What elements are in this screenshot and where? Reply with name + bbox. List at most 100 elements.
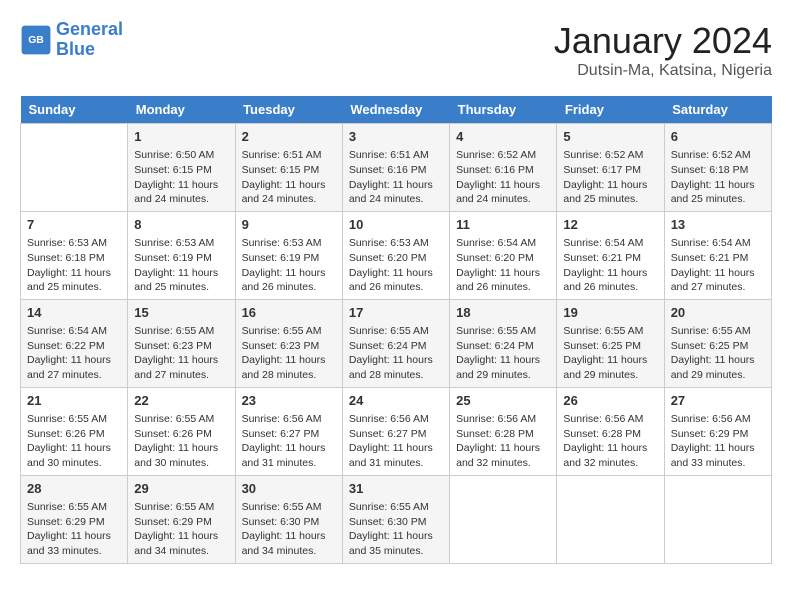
weekday-header-tuesday: Tuesday xyxy=(235,96,342,124)
day-info: Sunrise: 6:52 AMSunset: 6:18 PMDaylight:… xyxy=(671,148,765,207)
day-cell: 14Sunrise: 6:54 AMSunset: 6:22 PMDayligh… xyxy=(21,299,128,387)
day-info: Sunrise: 6:56 AMSunset: 6:29 PMDaylight:… xyxy=(671,412,765,471)
calendar-table: SundayMondayTuesdayWednesdayThursdayFrid… xyxy=(20,96,772,564)
location-title: Dutsin-Ma, Katsina, Nigeria xyxy=(554,62,772,80)
day-cell: 11 Sunrise: 6:54 AMSunset: 6:20 PMDayligh… xyxy=(450,211,557,299)
day-info: Sunrise: 6:52 AMSunset: 6:17 PMDaylight:… xyxy=(563,148,657,207)
week-row-4: 21 Sunrise: 6:55 AMSunset: 6:26 PMDayligh… xyxy=(21,387,772,475)
day-info: Sunrise: 6:55 AMSunset: 6:26 PMDaylight:… xyxy=(134,412,228,471)
day-cell: 8 Sunrise: 6:53 AMSunset: 6:19 PMDaylight… xyxy=(128,211,235,299)
day-cell xyxy=(450,475,557,563)
weekday-header-friday: Friday xyxy=(557,96,664,124)
day-info: Sunrise: 6:54 AMSunset: 6:22 PMDaylight:… xyxy=(27,324,121,383)
svg-text:GB: GB xyxy=(28,35,44,46)
day-info: Sunrise: 6:55 AMSunset: 6:29 PMDaylight:… xyxy=(134,500,228,559)
day-info: Sunrise: 6:55 AMSunset: 6:25 PMDaylight:… xyxy=(671,324,765,383)
weekday-header-wednesday: Wednesday xyxy=(342,96,449,124)
day-number: 26 xyxy=(563,392,657,410)
day-cell: 19 Sunrise: 6:55 AMSunset: 6:25 PMDayligh… xyxy=(557,299,664,387)
day-cell: 6Sunrise: 6:52 AMSunset: 6:18 PMDaylight… xyxy=(664,124,771,212)
day-cell: 15Sunrise: 6:55 AMSunset: 6:23 PMDayligh… xyxy=(128,299,235,387)
day-cell: 2 Sunrise: 6:51 AMSunset: 6:15 PMDaylight… xyxy=(235,124,342,212)
day-cell: 23 Sunrise: 6:56 AMSunset: 6:27 PMDayligh… xyxy=(235,387,342,475)
day-number: 20 xyxy=(671,304,765,322)
day-cell: 25 Sunrise: 6:56 AMSunset: 6:28 PMDayligh… xyxy=(450,387,557,475)
day-number: 23 xyxy=(242,392,336,410)
day-number: 7 xyxy=(27,216,121,234)
day-number: 30 xyxy=(242,480,336,498)
day-cell: 1Sunrise: 6:50 AMSunset: 6:15 PMDaylight… xyxy=(128,124,235,212)
logo-icon: GB xyxy=(20,24,52,56)
day-number: 28 xyxy=(27,480,121,498)
day-cell: 18 Sunrise: 6:55 AMSunset: 6:24 PMDayligh… xyxy=(450,299,557,387)
day-number: 4 xyxy=(456,128,550,146)
week-row-3: 14Sunrise: 6:54 AMSunset: 6:22 PMDayligh… xyxy=(21,299,772,387)
day-cell: 27 Sunrise: 6:56 AMSunset: 6:29 PMDayligh… xyxy=(664,387,771,475)
logo-text: General Blue xyxy=(56,20,123,60)
day-info: Sunrise: 6:53 AMSunset: 6:20 PMDaylight:… xyxy=(349,236,443,295)
day-cell: 9Sunrise: 6:53 AMSunset: 6:19 PMDaylight… xyxy=(235,211,342,299)
day-cell: 7 Sunrise: 6:53 AMSunset: 6:18 PMDaylight… xyxy=(21,211,128,299)
day-cell: 21Sunrise: 6:55 AMSunset: 6:26 PMDayligh… xyxy=(21,387,128,475)
day-number: 25 xyxy=(456,392,550,410)
day-number: 15 xyxy=(134,304,228,322)
day-info: Sunrise: 6:54 AMSunset: 6:21 PMDaylight:… xyxy=(563,236,657,295)
weekday-header-saturday: Saturday xyxy=(664,96,771,124)
day-info: Sunrise: 6:51 AMSunset: 6:15 PMDaylight:… xyxy=(242,148,336,207)
day-number: 16 xyxy=(242,304,336,322)
day-number: 21 xyxy=(27,392,121,410)
week-row-1: 1Sunrise: 6:50 AMSunset: 6:15 PMDaylight… xyxy=(21,124,772,212)
day-info: Sunrise: 6:53 AMSunset: 6:19 PMDaylight:… xyxy=(134,236,228,295)
day-info: Sunrise: 6:55 AMSunset: 6:29 PMDaylight:… xyxy=(27,500,121,559)
day-number: 18 xyxy=(456,304,550,322)
day-number: 8 xyxy=(134,216,228,234)
day-info: Sunrise: 6:51 AMSunset: 6:16 PMDaylight:… xyxy=(349,148,443,207)
day-number: 19 xyxy=(563,304,657,322)
day-cell: 26 Sunrise: 6:56 AMSunset: 6:28 PMDayligh… xyxy=(557,387,664,475)
day-cell: 4Sunrise: 6:52 AMSunset: 6:16 PMDaylight… xyxy=(450,124,557,212)
day-number: 10 xyxy=(349,216,443,234)
day-number: 3 xyxy=(349,128,443,146)
day-cell: 16Sunrise: 6:55 AMSunset: 6:23 PMDayligh… xyxy=(235,299,342,387)
day-info: Sunrise: 6:56 AMSunset: 6:27 PMDaylight:… xyxy=(242,412,336,471)
day-cell: 22 Sunrise: 6:55 AMSunset: 6:26 PMDayligh… xyxy=(128,387,235,475)
day-info: Sunrise: 6:56 AMSunset: 6:28 PMDaylight:… xyxy=(563,412,657,471)
day-info: Sunrise: 6:55 AMSunset: 6:25 PMDaylight:… xyxy=(563,324,657,383)
day-info: Sunrise: 6:56 AMSunset: 6:27 PMDaylight:… xyxy=(349,412,443,471)
weekday-header-row: SundayMondayTuesdayWednesdayThursdayFrid… xyxy=(21,96,772,124)
page-header: GB General Blue January 2024 Dutsin-Ma, … xyxy=(20,20,772,80)
day-info: Sunrise: 6:55 AMSunset: 6:24 PMDaylight:… xyxy=(456,324,550,383)
day-cell: 5 Sunrise: 6:52 AMSunset: 6:17 PMDaylight… xyxy=(557,124,664,212)
day-cell: 24 Sunrise: 6:56 AMSunset: 6:27 PMDayligh… xyxy=(342,387,449,475)
day-number: 27 xyxy=(671,392,765,410)
weekday-header-thursday: Thursday xyxy=(450,96,557,124)
day-number: 13 xyxy=(671,216,765,234)
day-number: 29 xyxy=(134,480,228,498)
day-info: Sunrise: 6:54 AMSunset: 6:20 PMDaylight:… xyxy=(456,236,550,295)
day-number: 1 xyxy=(134,128,228,146)
day-info: Sunrise: 6:55 AMSunset: 6:24 PMDaylight:… xyxy=(349,324,443,383)
day-number: 22 xyxy=(134,392,228,410)
day-info: Sunrise: 6:56 AMSunset: 6:28 PMDaylight:… xyxy=(456,412,550,471)
day-number: 5 xyxy=(563,128,657,146)
day-cell xyxy=(557,475,664,563)
day-cell: 13Sunrise: 6:54 AMSunset: 6:21 PMDayligh… xyxy=(664,211,771,299)
day-number: 17 xyxy=(349,304,443,322)
day-number: 11 xyxy=(456,216,550,234)
day-cell: 12 Sunrise: 6:54 AMSunset: 6:21 PMDayligh… xyxy=(557,211,664,299)
week-row-2: 7 Sunrise: 6:53 AMSunset: 6:18 PMDaylight… xyxy=(21,211,772,299)
day-number: 31 xyxy=(349,480,443,498)
day-cell: 29 Sunrise: 6:55 AMSunset: 6:29 PMDayligh… xyxy=(128,475,235,563)
day-info: Sunrise: 6:53 AMSunset: 6:18 PMDaylight:… xyxy=(27,236,121,295)
day-cell: 31Sunrise: 6:55 AMSunset: 6:30 PMDayligh… xyxy=(342,475,449,563)
day-cell: 3 Sunrise: 6:51 AMSunset: 6:16 PMDaylight… xyxy=(342,124,449,212)
day-cell: 10 Sunrise: 6:53 AMSunset: 6:20 PMDayligh… xyxy=(342,211,449,299)
day-cell: 30Sunrise: 6:55 AMSunset: 6:30 PMDayligh… xyxy=(235,475,342,563)
title-block: January 2024 Dutsin-Ma, Katsina, Nigeria xyxy=(554,20,772,80)
day-number: 2 xyxy=(242,128,336,146)
weekday-header-monday: Monday xyxy=(128,96,235,124)
day-number: 12 xyxy=(563,216,657,234)
day-number: 24 xyxy=(349,392,443,410)
day-cell xyxy=(21,124,128,212)
day-number: 9 xyxy=(242,216,336,234)
